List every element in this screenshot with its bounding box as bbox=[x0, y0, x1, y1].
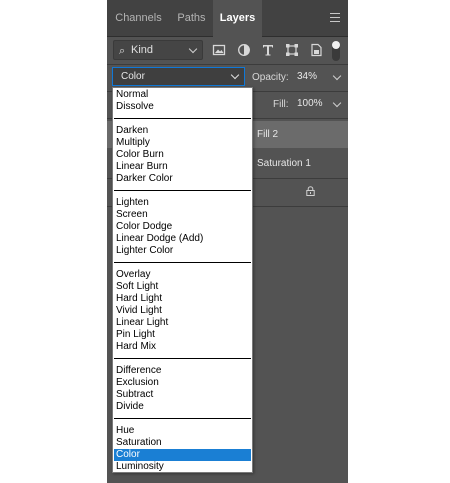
blend-option-divide[interactable]: Divide bbox=[114, 401, 251, 413]
layer-name: Saturation 1 bbox=[257, 158, 311, 169]
chevron-down-icon bbox=[230, 70, 240, 80]
blend-option-saturation[interactable]: Saturation bbox=[114, 437, 251, 449]
chevron-down-icon bbox=[188, 44, 198, 54]
blend-option-vivid-light[interactable]: Vivid Light bbox=[114, 305, 251, 317]
blend-mode-select[interactable]: Color bbox=[112, 67, 245, 86]
blend-option-soft-light[interactable]: Soft Light bbox=[114, 281, 251, 293]
panel-menu-icon[interactable] bbox=[330, 13, 340, 22]
blend-option-subtract[interactable]: Subtract bbox=[114, 389, 251, 401]
blend-option-linear-light[interactable]: Linear Light bbox=[114, 317, 251, 329]
blend-option-hard-mix[interactable]: Hard Mix bbox=[114, 341, 251, 353]
opacity-field[interactable]: 34% bbox=[297, 69, 343, 85]
blend-option-luminosity[interactable]: Luminosity bbox=[114, 461, 251, 473]
panel-tab-bar: Channels Paths Layers bbox=[107, 0, 348, 37]
blend-option-color-dodge[interactable]: Color Dodge bbox=[114, 221, 251, 233]
blend-option-normal[interactable]: Normal bbox=[114, 89, 251, 101]
toggle-knob bbox=[332, 41, 340, 49]
search-icon: ⌕ bbox=[119, 45, 126, 57]
tab-paths[interactable]: Paths bbox=[170, 0, 213, 36]
blend-option-pin-light[interactable]: Pin Light bbox=[114, 329, 251, 341]
image-filter-icon[interactable] bbox=[212, 43, 226, 57]
dropdown-separator bbox=[114, 358, 251, 359]
dropdown-separator bbox=[114, 262, 251, 263]
fill-label: Fill: bbox=[273, 99, 289, 110]
chevron-down-icon[interactable] bbox=[332, 98, 342, 108]
opacity-label: Opacity: bbox=[252, 72, 289, 83]
opacity-value: 34% bbox=[297, 71, 318, 82]
fill-value: 100% bbox=[297, 98, 323, 109]
blend-option-dissolve[interactable]: Dissolve bbox=[114, 101, 251, 113]
layer-name: Fill 2 bbox=[257, 129, 279, 140]
type-filter-icon[interactable] bbox=[261, 43, 275, 57]
blend-mode-value: Color bbox=[121, 71, 145, 82]
blend-option-color-burn[interactable]: Color Burn bbox=[114, 149, 251, 161]
blend-option-darker-color[interactable]: Darker Color bbox=[114, 173, 251, 185]
blend-option-overlay[interactable]: Overlay bbox=[114, 269, 251, 281]
dropdown-separator bbox=[114, 418, 251, 419]
blend-option-linear-dodge-add[interactable]: Linear Dodge (Add) bbox=[114, 233, 251, 245]
blend-option-hard-light[interactable]: Hard Light bbox=[114, 293, 251, 305]
blend-option-darken[interactable]: Darken bbox=[114, 125, 251, 137]
blend-option-difference[interactable]: Difference bbox=[114, 365, 251, 377]
kind-filter-label: Kind bbox=[131, 44, 154, 56]
blend-option-multiply[interactable]: Multiply bbox=[114, 137, 251, 149]
adjustment-filter-icon[interactable] bbox=[237, 43, 251, 57]
blend-mode-dropdown-list: Normal Dissolve Darken Multiply Color Burn Li… bbox=[112, 87, 253, 473]
blend-option-lighten[interactable]: Lighten bbox=[114, 197, 251, 209]
layer-filter-row: ⌕ Kind bbox=[107, 37, 348, 63]
tab-channels[interactable]: Channels bbox=[107, 0, 170, 36]
blend-option-color[interactable]: Color bbox=[114, 449, 251, 461]
shape-filter-icon[interactable] bbox=[285, 43, 299, 57]
divider bbox=[107, 64, 348, 65]
blend-option-exclusion[interactable]: Exclusion bbox=[114, 377, 251, 389]
blend-option-lighter-color[interactable]: Lighter Color bbox=[114, 245, 251, 257]
filter-toggle[interactable] bbox=[332, 41, 340, 61]
blend-option-linear-burn[interactable]: Linear Burn bbox=[114, 161, 251, 173]
smart-object-filter-icon[interactable] bbox=[309, 43, 323, 57]
fill-field[interactable]: 100% bbox=[297, 96, 343, 112]
blend-option-hue[interactable]: Hue bbox=[114, 425, 251, 437]
blend-option-screen[interactable]: Screen bbox=[114, 209, 251, 221]
chevron-down-icon[interactable] bbox=[332, 71, 342, 81]
tab-layers[interactable]: Layers bbox=[213, 0, 262, 37]
kind-filter-select[interactable]: ⌕ Kind bbox=[113, 40, 203, 60]
dropdown-separator bbox=[114, 118, 251, 119]
dropdown-separator bbox=[114, 190, 251, 191]
lock-icon bbox=[306, 186, 315, 196]
